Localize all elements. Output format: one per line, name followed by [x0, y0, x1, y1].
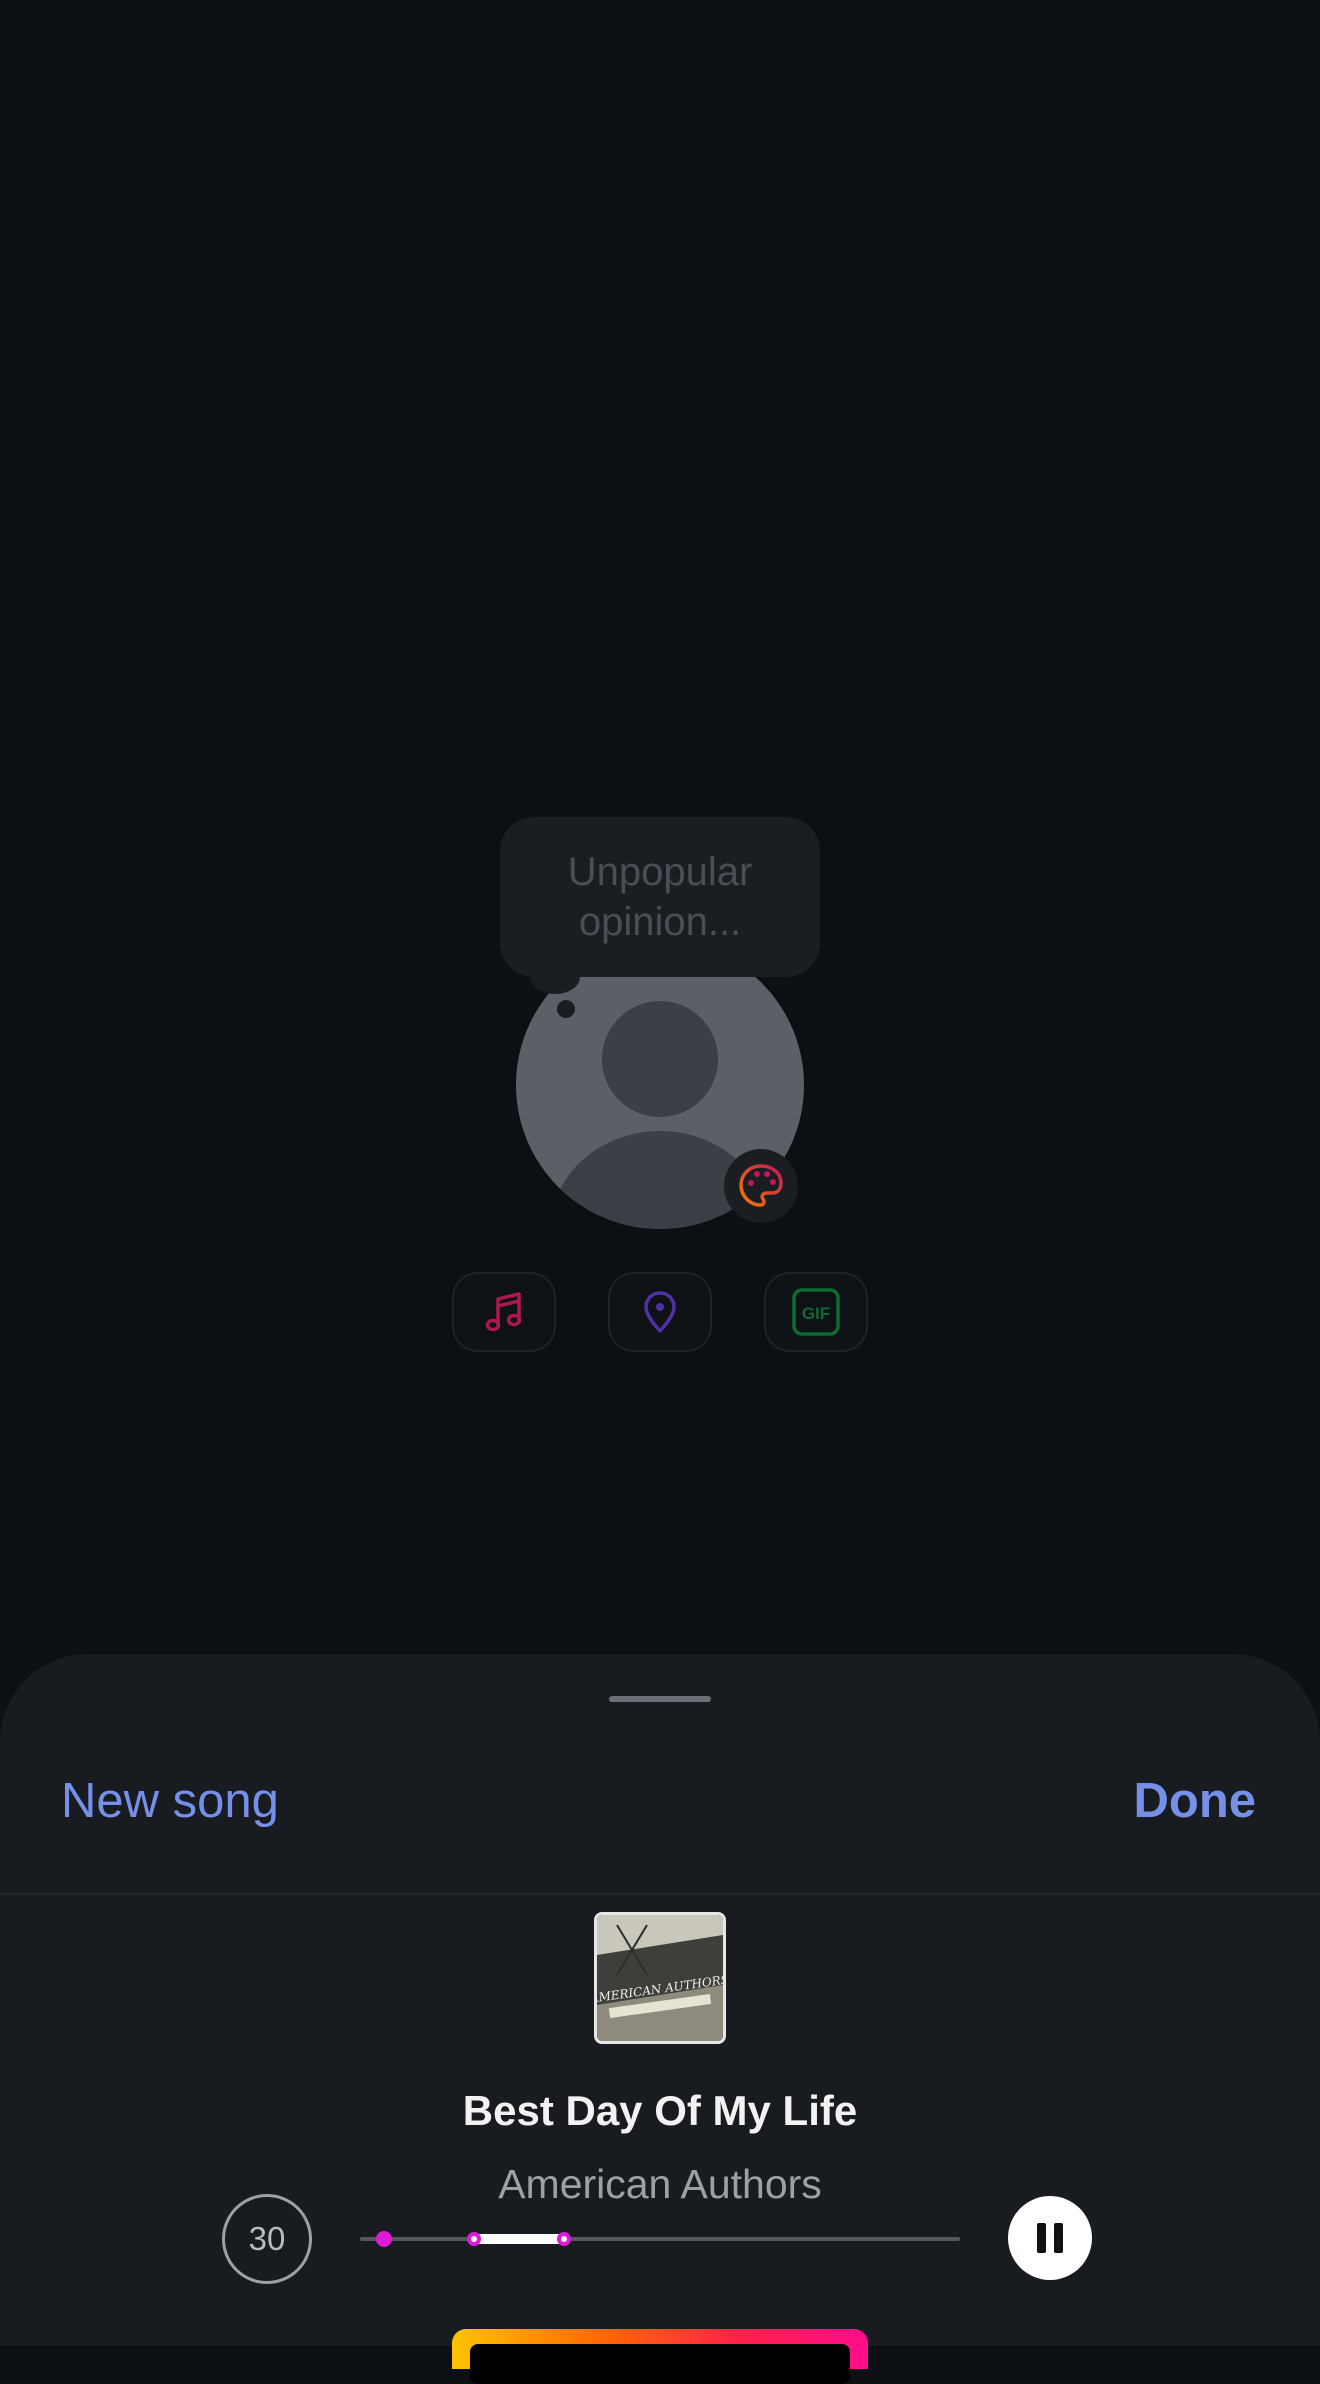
- palette-icon: [739, 1164, 783, 1207]
- gif-icon: GIF: [792, 1288, 840, 1336]
- close-button[interactable]: [60, 0, 140, 30]
- gif-label: GIF: [802, 1304, 830, 1323]
- add-location-button[interactable]: [608, 1272, 712, 1352]
- done-button[interactable]: Done: [1134, 1766, 1257, 1836]
- bubble-tail-dot: [557, 1000, 575, 1018]
- scrubber-track: [360, 2237, 960, 2241]
- note-input-bubble[interactable]: Unpopular opinion...: [500, 817, 820, 977]
- divider: [0, 1893, 1320, 1895]
- share-button[interactable]: [452, 2329, 868, 2384]
- theme-button[interactable]: [724, 1149, 798, 1223]
- share-button-inner: [470, 2344, 850, 2384]
- new-song-button[interactable]: New song: [61, 1766, 279, 1836]
- add-gif-button[interactable]: GIF: [764, 1272, 868, 1352]
- pause-button[interactable]: [1008, 2196, 1092, 2280]
- sheet-grabber[interactable]: [609, 1696, 711, 1702]
- music-note-icon: [485, 1292, 522, 1332]
- note-placeholder: Unpopular opinion...: [567, 850, 753, 944]
- song-clip-scrubber[interactable]: [360, 2231, 960, 2247]
- avatar-head: [602, 1001, 718, 1117]
- pause-icon: [1033, 2223, 1067, 2253]
- add-music-button[interactable]: [452, 1272, 556, 1352]
- music-bottom-sheet: New song Done AMERICAN AUTHORS Best Day …: [0, 1654, 1320, 2384]
- song-title: Best Day Of My Life: [462, 2087, 858, 2134]
- scrubber-selection[interactable]: [474, 2234, 564, 2244]
- scrubber-selection-end-handle[interactable]: [557, 2232, 571, 2246]
- scrubber-selection-start-handle[interactable]: [467, 2232, 481, 2246]
- clip-duration-button[interactable]: 30: [222, 2194, 312, 2284]
- clip-duration-label: 30: [248, 2220, 286, 2257]
- album-art: AMERICAN AUTHORS: [594, 1912, 726, 2044]
- close-icon: [60, 0, 140, 30]
- scrubber-start-marker: [376, 2231, 392, 2247]
- location-pin-icon: [644, 1291, 676, 1333]
- song-artist: American Authors: [498, 2161, 822, 2207]
